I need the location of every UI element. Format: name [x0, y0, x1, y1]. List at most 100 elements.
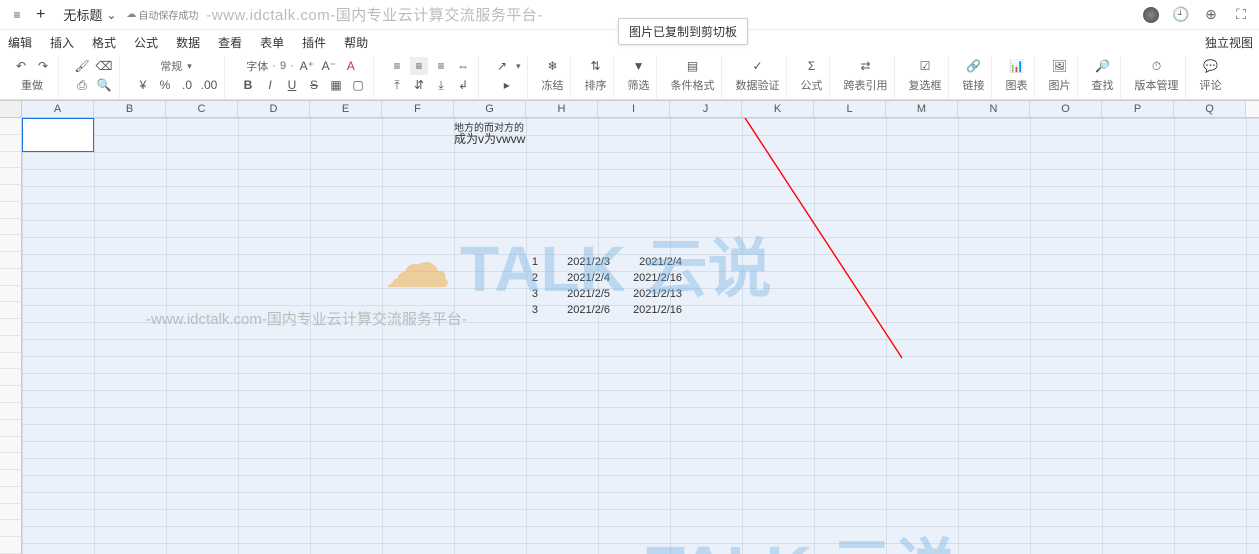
sort-icon[interactable]: ⇅ [587, 57, 605, 75]
paint-format-icon[interactable]: 🖌 [73, 57, 91, 75]
row-header[interactable] [0, 470, 21, 487]
col-header-F[interactable]: F [382, 101, 454, 117]
currency-icon[interactable]: ¥ [134, 76, 152, 94]
col-header-A[interactable]: A [22, 101, 94, 117]
row-header[interactable] [0, 487, 21, 504]
col-header-D[interactable]: D [238, 101, 310, 117]
menu-view[interactable]: 查看 [218, 34, 242, 51]
image-icon[interactable]: 🖼 [1051, 57, 1069, 75]
chart-icon[interactable]: 📊 [1008, 57, 1026, 75]
number-format[interactable]: 常规 [160, 58, 182, 74]
valign-top-icon[interactable]: ⤒ [388, 76, 406, 94]
row-header[interactable] [0, 219, 21, 236]
valign-mid-icon[interactable]: ⇵ [410, 76, 428, 94]
search-icon[interactable]: 🔍 [95, 76, 113, 94]
inc-dec-icon[interactable]: .00 [200, 76, 218, 94]
version-icon[interactable]: ⏱ [1148, 57, 1166, 75]
menu-help[interactable]: 帮助 [344, 34, 368, 51]
find-icon[interactable]: 🔎 [1094, 57, 1112, 75]
avatar[interactable] [1143, 7, 1159, 23]
row-header[interactable] [0, 353, 21, 370]
col-header-O[interactable]: O [1030, 101, 1102, 117]
chevron-down-icon[interactable]: ▾ [187, 61, 192, 72]
share-icon[interactable]: ⊕ [1203, 7, 1219, 23]
row-header[interactable] [0, 319, 21, 336]
text-rotate-icon[interactable]: ↗ [493, 57, 511, 75]
row-header[interactable] [0, 135, 21, 152]
formula-icon[interactable]: Σ [803, 57, 821, 75]
fill-color-icon[interactable]: ▦ [327, 76, 345, 94]
row-header[interactable] [0, 520, 21, 537]
filter-icon[interactable]: ▼ [630, 57, 648, 75]
align-center-icon[interactable]: ≡ [410, 57, 428, 75]
col-header-G[interactable]: G [454, 101, 526, 117]
link-icon[interactable]: 🔗 [965, 57, 983, 75]
bold-button[interactable]: B [239, 76, 257, 94]
valign-bot-icon[interactable]: ⤓ [432, 76, 450, 94]
col-header-L[interactable]: L [814, 101, 886, 117]
align-left-icon[interactable]: ≡ [388, 57, 406, 75]
history-icon[interactable]: 🕘 [1173, 7, 1189, 23]
menu-insert[interactable]: 插入 [50, 34, 74, 51]
align-right-icon[interactable]: ≡ [432, 57, 450, 75]
col-header-N[interactable]: N [958, 101, 1030, 117]
col-header-Q[interactable]: Q [1174, 101, 1246, 117]
fullscreen-icon[interactable]: ⛶ [1233, 7, 1249, 23]
dec-dec-icon[interactable]: .0 [178, 76, 196, 94]
menu-format[interactable]: 格式 [92, 34, 116, 51]
percent-icon[interactable]: % [156, 76, 174, 94]
menu-addon[interactable]: 插件 [302, 34, 326, 51]
font-size[interactable]: 9 [280, 60, 286, 72]
row-header[interactable] [0, 168, 21, 185]
row-header[interactable] [0, 185, 21, 202]
freeze-icon[interactable]: ❄ [544, 57, 562, 75]
crossref-icon[interactable]: ⇄ [857, 57, 875, 75]
row-header[interactable] [0, 235, 21, 252]
menu-form[interactable]: 表单 [260, 34, 284, 51]
strike-button[interactable]: S [305, 76, 323, 94]
print-icon[interactable]: ⎙ [73, 76, 91, 94]
clear-format-icon[interactable]: ⌫ [95, 57, 113, 75]
col-header-I[interactable]: I [598, 101, 670, 117]
checkbox-icon[interactable]: ☑ [916, 57, 934, 75]
row-header[interactable] [0, 302, 21, 319]
independent-view[interactable]: 独立视图 [1205, 34, 1253, 51]
col-header-H[interactable]: H [526, 101, 598, 117]
row-header[interactable] [0, 504, 21, 521]
row-header[interactable] [0, 152, 21, 169]
underline-button[interactable]: U [283, 76, 301, 94]
menu-edit[interactable]: 编辑 [8, 34, 32, 51]
row-header[interactable] [0, 269, 21, 286]
col-header-M[interactable]: M [886, 101, 958, 117]
col-header-J[interactable]: J [670, 101, 742, 117]
datavalid-icon[interactable]: ✓ [749, 57, 767, 75]
col-header-P[interactable]: P [1102, 101, 1174, 117]
row-header[interactable] [0, 286, 21, 303]
row-header[interactable] [0, 437, 21, 454]
menu-icon[interactable]: ≡ [8, 6, 26, 24]
menu-formula[interactable]: 公式 [134, 34, 158, 51]
row-header[interactable] [0, 336, 21, 353]
row-header[interactable] [0, 252, 21, 269]
new-tab-button[interactable]: + [36, 6, 45, 24]
italic-button[interactable]: I [261, 76, 279, 94]
col-header-E[interactable]: E [310, 101, 382, 117]
col-header-C[interactable]: C [166, 101, 238, 117]
merge-icon[interactable]: ⇔ [454, 57, 472, 75]
row-header[interactable] [0, 369, 21, 386]
wrap-icon[interactable]: ↲ [454, 76, 472, 94]
row-header[interactable] [0, 403, 21, 420]
font-color-icon[interactable]: A [342, 57, 360, 75]
col-header-B[interactable]: B [94, 101, 166, 117]
active-cell[interactable] [22, 118, 94, 152]
font-dec-icon[interactable]: A⁻ [320, 57, 338, 75]
menu-data[interactable]: 数据 [176, 34, 200, 51]
font-family[interactable]: 字体 [246, 58, 268, 74]
row-header[interactable] [0, 118, 21, 135]
row-header[interactable] [0, 202, 21, 219]
font-inc-icon[interactable]: A⁺ [298, 57, 316, 75]
doc-dropdown-icon[interactable]: ⌄ [102, 6, 120, 24]
redo-button[interactable]: ↷ [34, 57, 52, 75]
cells-area[interactable]: 地方的而对方的 成为v为vwvw 12021/2/32021/2/422021/… [22, 118, 1259, 554]
row-header[interactable] [0, 420, 21, 437]
